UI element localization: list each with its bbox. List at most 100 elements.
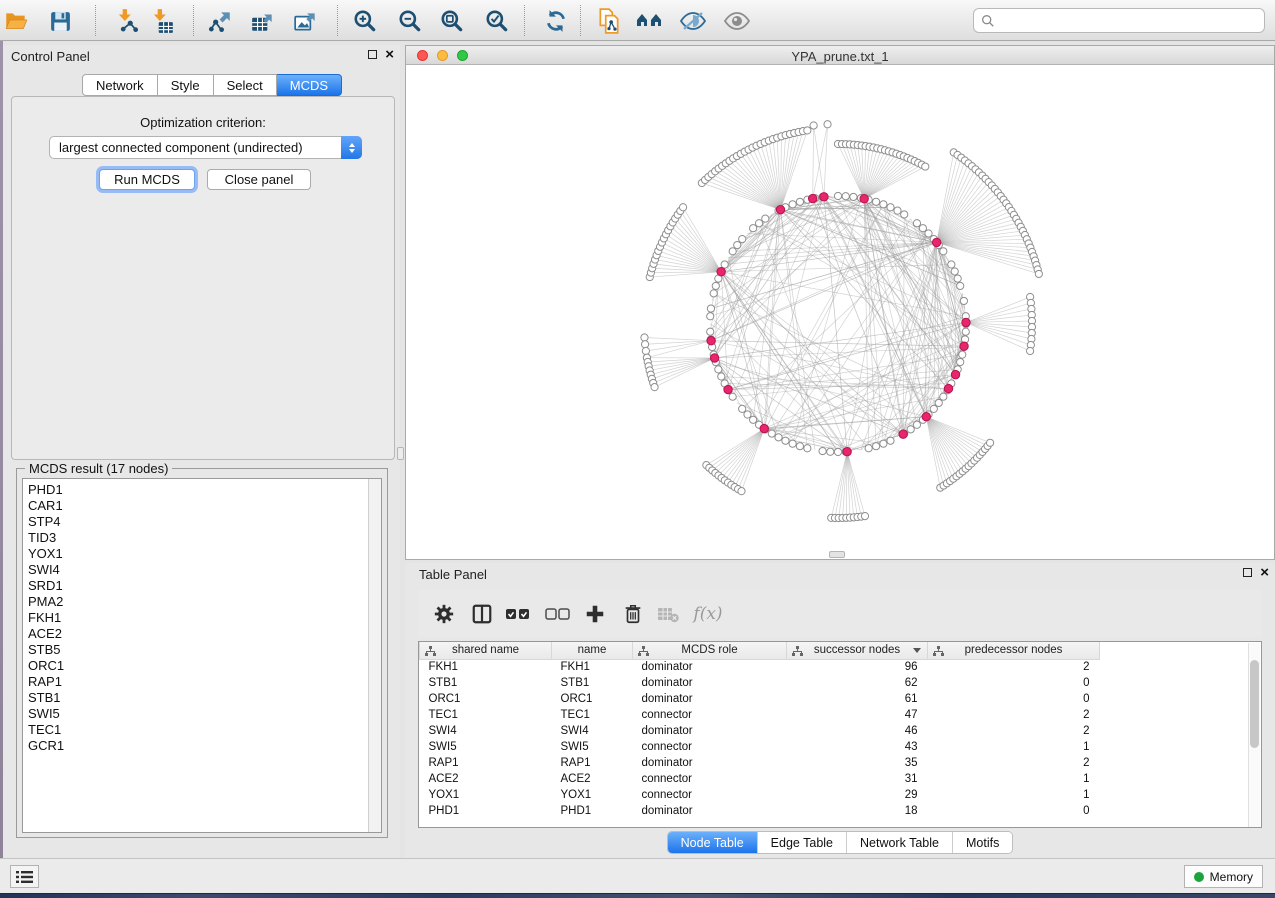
main-toolbar bbox=[0, 0, 1275, 41]
delete-table-icon bbox=[654, 600, 682, 628]
list-item[interactable]: FKH1 bbox=[28, 610, 381, 626]
column-header-shared-name[interactable]: shared name bbox=[420, 642, 552, 659]
list-item[interactable]: RAP1 bbox=[28, 674, 381, 690]
control-panel: Control Panel × NetworkStyleSelectMCDS O… bbox=[3, 45, 400, 858]
table-row[interactable]: TEC1TEC1connector472 bbox=[420, 707, 1100, 723]
list-item[interactable]: SRD1 bbox=[28, 578, 381, 594]
list-item[interactable]: PMA2 bbox=[28, 594, 381, 610]
criterion-select[interactable]: largest connected component (undirected) bbox=[49, 136, 362, 159]
close-table-panel-icon[interactable]: × bbox=[1260, 567, 1269, 578]
list-item[interactable]: GCR1 bbox=[28, 738, 381, 754]
table-row[interactable]: SWI5SWI5connector431 bbox=[420, 739, 1100, 755]
hide-graphics-details-icon[interactable] bbox=[679, 7, 707, 35]
import-table-icon[interactable] bbox=[148, 7, 176, 35]
list-item[interactable]: ORC1 bbox=[28, 658, 381, 674]
tab-network[interactable]: Network bbox=[82, 74, 158, 96]
zoom-selected-icon[interactable] bbox=[483, 7, 511, 35]
import-network-icon[interactable] bbox=[113, 7, 141, 35]
select-all-icon[interactable] bbox=[504, 600, 532, 628]
export-table-icon[interactable] bbox=[249, 7, 277, 35]
mcds-result-title: MCDS result (17 nodes) bbox=[25, 461, 172, 476]
zoom-in-icon[interactable] bbox=[351, 7, 379, 35]
network-canvas[interactable] bbox=[406, 65, 1274, 559]
table-scrollbar[interactable] bbox=[1248, 643, 1260, 828]
list-item[interactable]: YOX1 bbox=[28, 546, 381, 562]
delete-row-icon[interactable] bbox=[619, 600, 647, 628]
list-icon bbox=[16, 870, 33, 884]
zoom-out-icon[interactable] bbox=[396, 7, 424, 35]
table-row[interactable]: RAP1RAP1dominator352 bbox=[420, 755, 1100, 771]
table-row[interactable]: ORC1ORC1dominator610 bbox=[420, 691, 1100, 707]
control-panel-title: Control Panel bbox=[11, 49, 90, 64]
table-toolbar: f(x) bbox=[418, 590, 1262, 637]
settings-icon[interactable] bbox=[430, 600, 458, 628]
tab-select[interactable]: Select bbox=[214, 74, 277, 96]
show-graphics-details-icon[interactable] bbox=[723, 7, 751, 35]
search-icon bbox=[981, 14, 995, 28]
list-item[interactable]: TEC1 bbox=[28, 722, 381, 738]
tab-edge-table[interactable]: Edge Table bbox=[757, 832, 846, 853]
export-network-icon[interactable] bbox=[206, 7, 234, 35]
memory-button[interactable]: Memory bbox=[1184, 865, 1263, 888]
table-row[interactable]: STB1STB1dominator620 bbox=[420, 675, 1100, 691]
float-panel-icon[interactable] bbox=[368, 50, 377, 59]
network-window-titlebar[interactable]: YPA_prune.txt_1 bbox=[406, 46, 1274, 65]
list-item[interactable]: STP4 bbox=[28, 514, 381, 530]
mcds-result-list[interactable]: PHD1CAR1STP4TID3YOX1SWI4SRD1PMA2FKH1ACE2… bbox=[22, 478, 382, 833]
table-tabs: Node TableEdge TableNetwork TableMotifs bbox=[405, 831, 1275, 854]
network-window-title: YPA_prune.txt_1 bbox=[406, 49, 1274, 64]
table-row[interactable]: PHD1PHD1dominator180 bbox=[420, 803, 1100, 819]
control-panel-tabs: NetworkStyleSelectMCDS bbox=[82, 74, 342, 96]
table-row[interactable]: FKH1FKH1dominator962 bbox=[420, 659, 1100, 675]
table-panel-titlebar: Table Panel × bbox=[405, 563, 1275, 585]
zoom-fit-icon[interactable] bbox=[438, 7, 466, 35]
tab-mcds[interactable]: MCDS bbox=[277, 74, 342, 96]
list-item[interactable]: STB5 bbox=[28, 642, 381, 658]
open-file-icon[interactable] bbox=[2, 7, 30, 35]
mcds-tab-content: Optimization criterion: largest connecte… bbox=[11, 96, 395, 460]
network-horizontal-scrollbar[interactable] bbox=[829, 551, 845, 558]
network-view-window: YPA_prune.txt_1 bbox=[405, 45, 1275, 560]
run-mcds-button[interactable]: Run MCDS bbox=[99, 169, 195, 190]
table-row[interactable]: YOX1YOX1connector291 bbox=[420, 787, 1100, 803]
clone-network-icon[interactable] bbox=[595, 7, 623, 35]
table-panel: Table Panel × f(x) shared bbox=[405, 563, 1275, 858]
add-row-icon[interactable] bbox=[581, 600, 609, 628]
network-vertical-scrollbar[interactable] bbox=[397, 447, 404, 460]
mcds-list-scrollbar[interactable] bbox=[368, 479, 381, 832]
list-item[interactable]: PHD1 bbox=[28, 482, 381, 498]
panel-list-button[interactable] bbox=[10, 865, 39, 888]
tab-style[interactable]: Style bbox=[158, 74, 214, 96]
show-columns-icon[interactable] bbox=[468, 600, 496, 628]
list-item[interactable]: SWI4 bbox=[28, 562, 381, 578]
search-input-wrapper bbox=[973, 8, 1265, 33]
close-panel-button[interactable]: Close panel bbox=[207, 169, 311, 190]
birds-eye-view-icon[interactable] bbox=[636, 7, 664, 35]
list-item[interactable]: CAR1 bbox=[28, 498, 381, 514]
refresh-view-icon[interactable] bbox=[542, 7, 570, 35]
list-item[interactable]: TID3 bbox=[28, 530, 381, 546]
node-table[interactable]: shared namenameMCDS rolesuccessor nodesp… bbox=[418, 641, 1262, 828]
memory-status-icon bbox=[1194, 872, 1204, 882]
tab-motifs[interactable]: Motifs bbox=[952, 832, 1012, 853]
tab-network-table[interactable]: Network Table bbox=[846, 832, 952, 853]
list-item[interactable]: STB1 bbox=[28, 690, 381, 706]
float-table-panel-icon[interactable] bbox=[1243, 568, 1252, 577]
close-panel-icon[interactable]: × bbox=[385, 49, 394, 60]
tab-node-table[interactable]: Node Table bbox=[668, 832, 757, 853]
column-header-predecessor-nodes[interactable]: predecessor nodes bbox=[928, 642, 1100, 659]
list-item[interactable]: SWI5 bbox=[28, 706, 381, 722]
criterion-selected-value: largest connected component (undirected) bbox=[50, 140, 341, 155]
column-header-MCDS-role[interactable]: MCDS role bbox=[633, 642, 787, 659]
list-item[interactable]: ACE2 bbox=[28, 626, 381, 642]
save-session-icon[interactable] bbox=[46, 7, 74, 35]
deselect-all-icon[interactable] bbox=[544, 600, 572, 628]
memory-label: Memory bbox=[1210, 870, 1253, 884]
column-header-name[interactable]: name bbox=[552, 642, 633, 659]
column-header-successor-nodes[interactable]: successor nodes bbox=[787, 642, 928, 659]
search-input[interactable] bbox=[1000, 14, 1264, 28]
export-image-icon[interactable] bbox=[292, 7, 320, 35]
table-row[interactable]: ACE2ACE2connector311 bbox=[420, 771, 1100, 787]
table-row[interactable]: SWI4SWI4dominator462 bbox=[420, 723, 1100, 739]
mcds-result-group: MCDS result (17 nodes) PHD1CAR1STP4TID3Y… bbox=[16, 468, 388, 838]
